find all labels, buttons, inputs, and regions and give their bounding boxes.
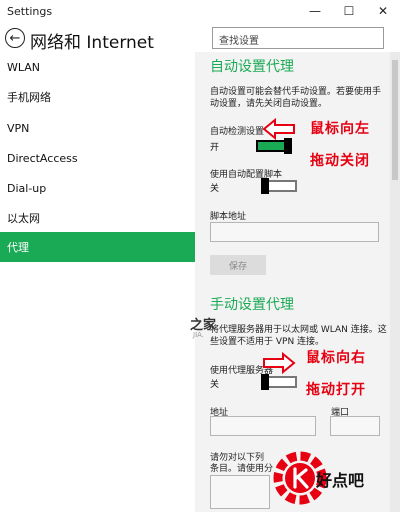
sidebar-item-cellular[interactable]: 手机网络 [0,82,195,112]
auto-proxy-description: 自动设置可能会替代手动设置。若要使用手动设置，请先关闭自动设置。 [210,87,382,109]
close-button[interactable]: ✕ [366,0,400,22]
annotation-top-line1: 鼠标向左 [310,121,370,137]
window-title: Settings [7,5,53,18]
manual-proxy-heading: 手动设置代理 [210,297,294,313]
scrollbar-thumb[interactable] [392,60,398,180]
search-input[interactable]: 查找设置 [212,27,384,49]
manual-proxy-description: 将代理服务器用于以太网或 WLAN 连接。这些设置不适用于 VPN 连接。 [210,325,387,347]
sidebar-item-ethernet[interactable]: 以太网 [0,203,195,233]
auto-script-label: 使用自动配置脚本 [210,170,283,180]
minimize-button[interactable]: — [298,0,332,22]
save-button[interactable]: 保存 [210,255,266,275]
toggle-knob[interactable] [284,138,292,154]
proxy-address-field[interactable] [210,416,316,436]
page-title: 网络和 Internet [30,33,154,53]
toggle-knob[interactable] [261,178,269,194]
title-bar: Settings — ☐ ✕ [0,0,400,22]
sidebar-item-wlan[interactable]: WLAN [0,52,195,82]
maximize-button[interactable]: ☐ [332,0,366,22]
sidebar-nav: WLAN 手机网络 VPN DirectAccess Dial-up 以太网 代… [0,52,195,512]
annotation-top-line2: 拖动关闭 [310,153,370,169]
exceptions-field[interactable] [210,475,270,509]
auto-script-state: 关 [210,184,220,194]
sidebar-item-dialup[interactable]: Dial-up [0,173,195,203]
site-watermark-small: JIA. [193,331,205,339]
exceptions-label-line2: 条目。请使用分 [210,464,274,474]
use-proxy-state: 关 [210,380,220,390]
sidebar-item-proxy[interactable]: 代理 [0,232,195,262]
sidebar-item-vpn[interactable]: VPN [0,113,195,143]
back-arrow-icon[interactable]: ← [5,28,25,48]
sidebar-item-directaccess[interactable]: DirectAccess [0,143,195,173]
auto-detect-toggle[interactable] [256,138,292,154]
annotation-bottom-line2: 拖动打开 [306,382,366,398]
proxy-port-field[interactable] [330,416,380,436]
script-address-label: 脚本地址 [210,212,247,222]
right-arrow-annotation [263,352,296,374]
left-arrow-annotation [262,118,295,140]
annotation-bottom-line1: 鼠标向右 [306,350,366,366]
haodianba-logo-text: 好点吧 [316,471,365,490]
use-proxy-toggle[interactable] [261,374,297,390]
auto-detect-label: 自动检测设置 [210,127,265,137]
auto-proxy-heading: 自动设置代理 [210,59,294,75]
toggle-knob[interactable] [261,374,269,390]
auto-script-toggle[interactable] [261,178,297,194]
auto-detect-state: 开 [210,143,220,153]
script-address-field[interactable] [210,222,379,242]
